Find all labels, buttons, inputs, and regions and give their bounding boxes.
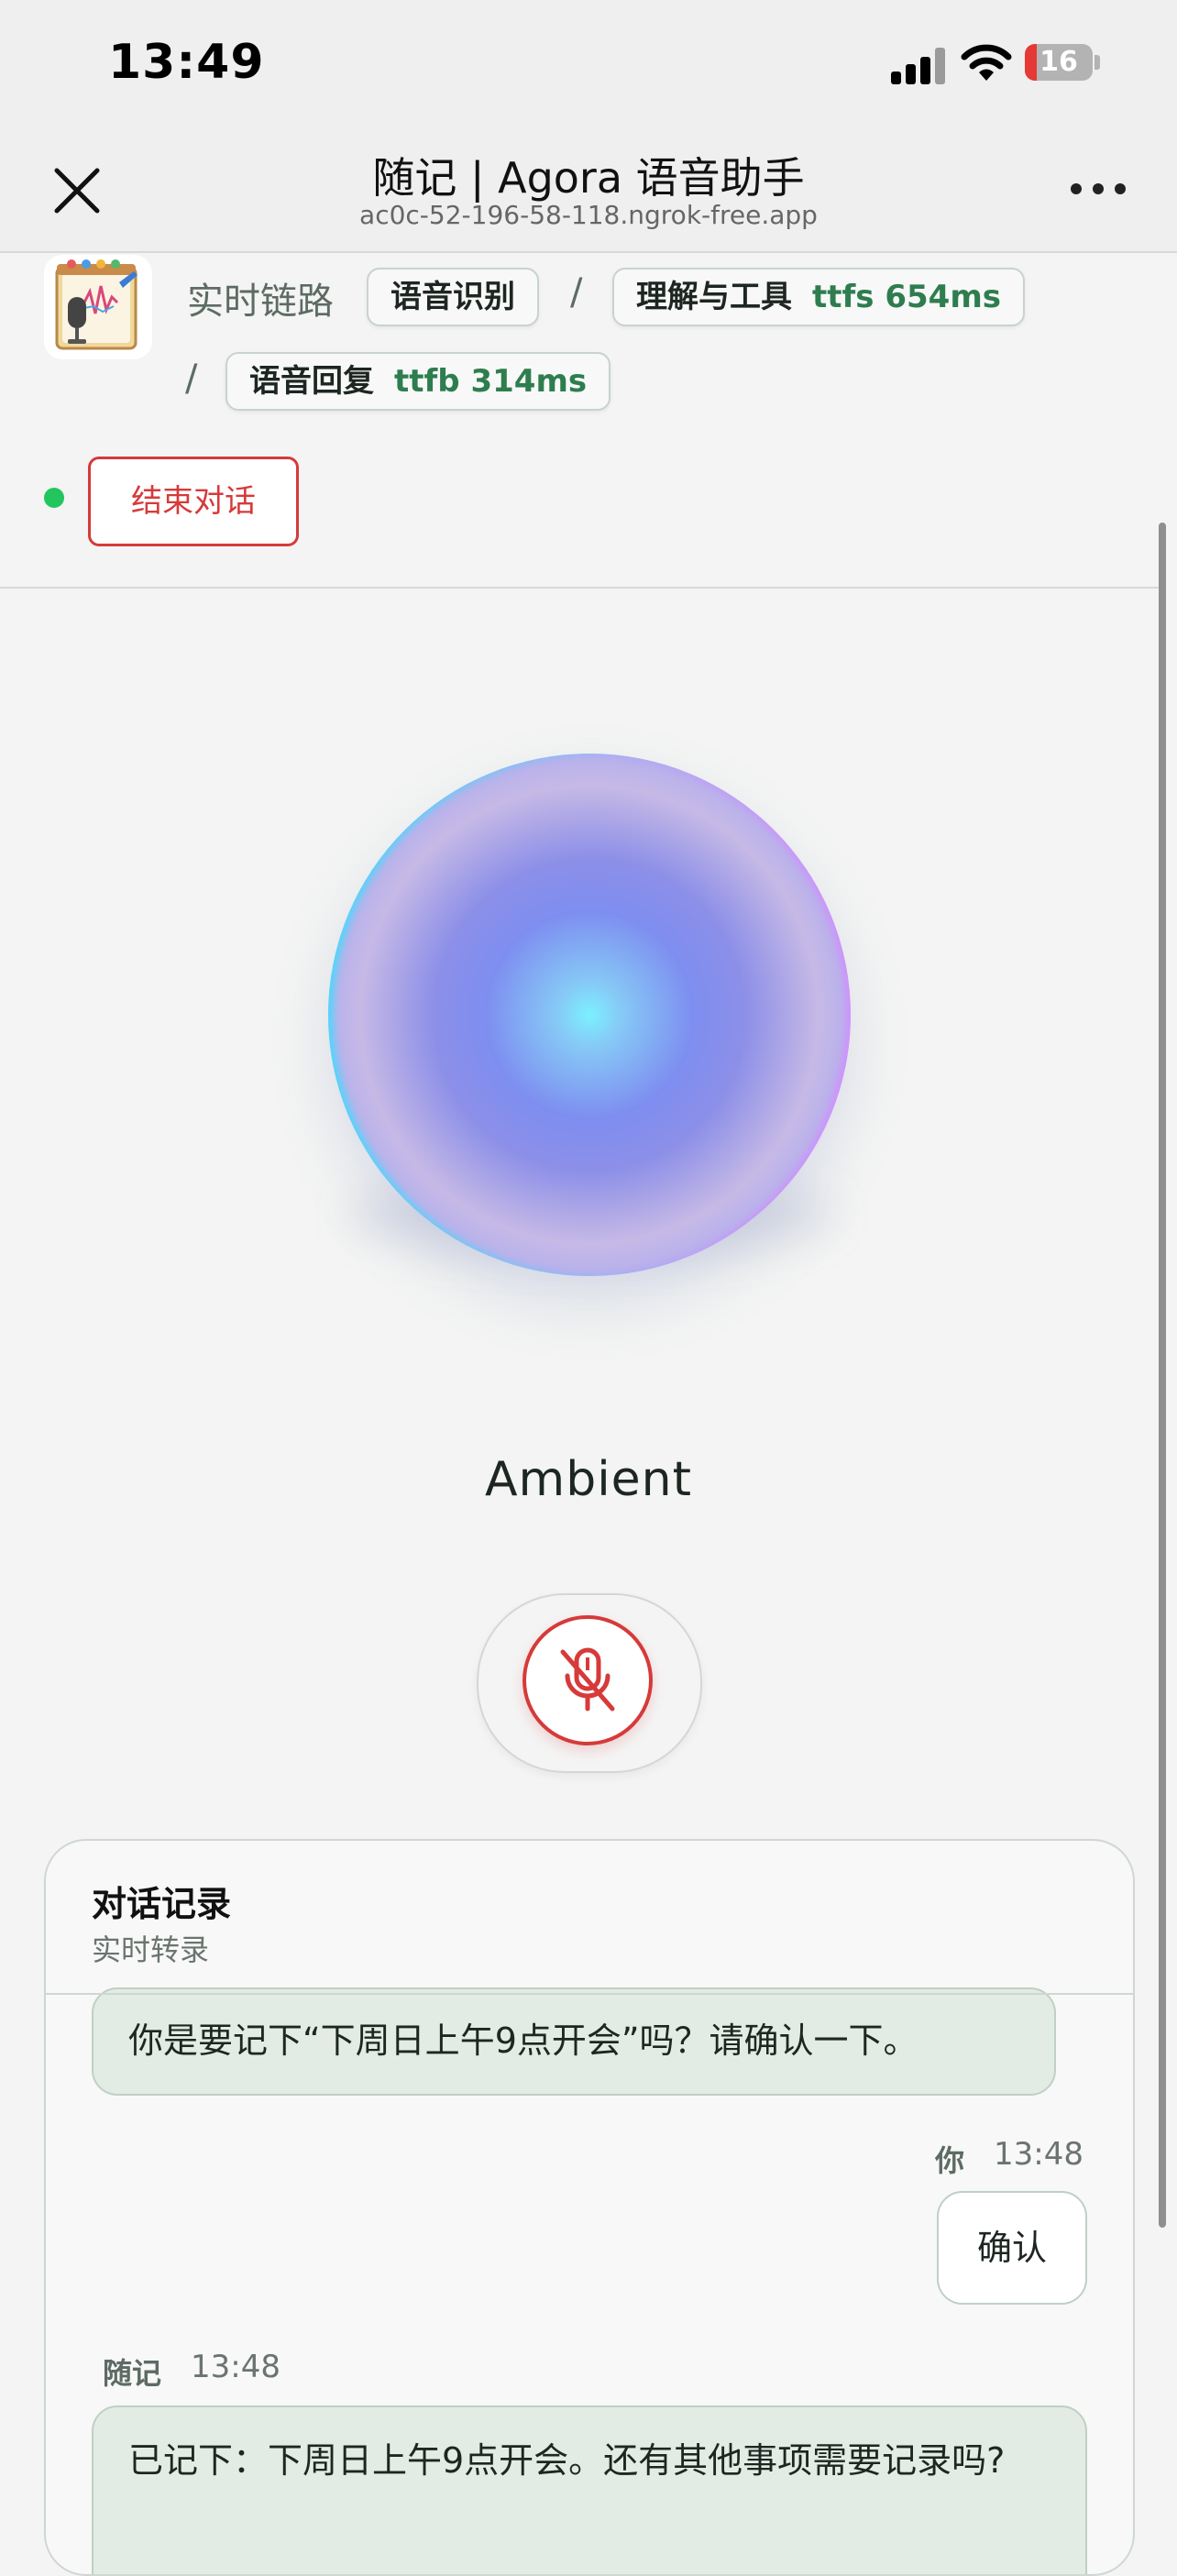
battery-icon: 16 — [1025, 44, 1093, 81]
section-divider — [0, 587, 1164, 589]
message-time: 13:48 — [994, 2136, 1084, 2173]
end-conversation-button[interactable]: 结束对话 — [88, 457, 299, 546]
status-bar: 13:49 16 — [0, 0, 1177, 128]
battery-tip — [1094, 55, 1100, 70]
mic-mute-button[interactable] — [522, 1615, 653, 1745]
stage-separator: / — [185, 358, 198, 400]
stage-llm-metric: ttfs 654ms — [812, 279, 1002, 315]
wifi-icon — [961, 44, 1012, 81]
agent-message-bubble: 已记下：下周日上午9点开会。还有其他事项需要记录吗? — [92, 2405, 1087, 2574]
page-url: ac0c-52-196-58-118.ngrok-free.app — [359, 200, 818, 230]
stage-llm-name: 理解与工具 — [636, 279, 792, 315]
app-logo — [44, 255, 152, 359]
pipeline-label: 实时链路 — [187, 281, 334, 323]
message-speaker: 随记 — [103, 2356, 162, 2391]
clock: 13:49 — [108, 35, 265, 90]
mic-off-icon — [560, 1647, 615, 1712]
live-status-dot — [44, 488, 64, 508]
orb-state-label: Ambient — [484, 1452, 693, 1507]
stage-llm-chip: 理解与工具 ttfs 654ms — [612, 268, 1026, 326]
more-options-icon[interactable] — [1071, 178, 1126, 200]
scrollbar[interactable] — [1159, 523, 1166, 2228]
message-speaker: 你 — [935, 2143, 965, 2178]
transcript-header-divider — [46, 1993, 1133, 1995]
cellular-signal-icon — [891, 48, 948, 84]
stage-tts-chip: 语音回复 ttfb 314ms — [226, 352, 611, 411]
message-time: 13:48 — [191, 2349, 280, 2385]
battery-level: 16 — [1040, 46, 1078, 78]
stage-separator: / — [570, 271, 583, 314]
transcript-subtitle: 实时转录 — [92, 1932, 210, 1967]
user-message-bubble: 确认 — [937, 2191, 1087, 2305]
page-title: 随记 | Agora 语音助手 — [372, 153, 805, 203]
voice-orb — [328, 754, 851, 1276]
stage-asr-chip: 语音识别 — [367, 268, 539, 326]
stage-asr-name: 语音识别 — [390, 279, 515, 315]
transcript-title: 对话记录 — [92, 1884, 232, 1924]
agent-message-bubble: 你是要记下“下周日上午9点开会”吗？请确认一下。 — [92, 1987, 1056, 2096]
stage-tts-name: 语音回复 — [249, 363, 374, 400]
stage-tts-metric: ttfb 314ms — [394, 363, 588, 400]
nav-header: 随记 | Agora 语音助手 ac0c-52-196-58-118.ngrok… — [0, 128, 1177, 253]
transcript-panel[interactable]: 对话记录 实时转录 你是要记下“下周日上午9点开会”吗？请确认一下。 你 13:… — [44, 1839, 1135, 2576]
